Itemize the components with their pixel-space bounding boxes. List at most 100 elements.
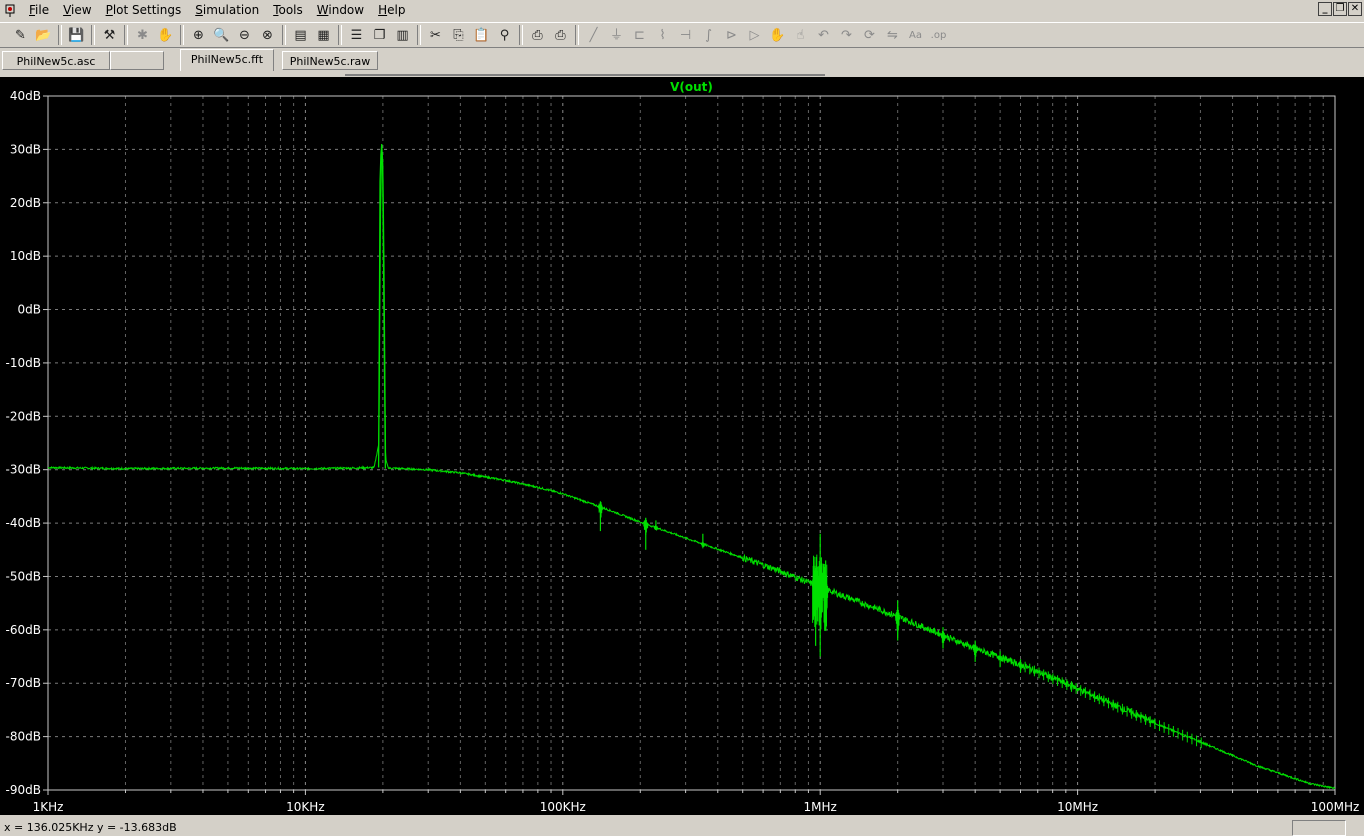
- tab-philnew5c-asc[interactable]: PhilNew5c.asc: [2, 51, 110, 70]
- toolbar-separator: [575, 25, 579, 45]
- menu-help[interactable]: Help: [371, 0, 412, 21]
- y-tick-label: -90dB: [6, 783, 41, 797]
- wire-button[interactable]: ╱: [583, 25, 604, 45]
- tab-empty[interactable]: [110, 51, 164, 70]
- y-tick-label: -20dB: [6, 409, 41, 423]
- label-button[interactable]: ⊏: [629, 25, 650, 45]
- redo-button[interactable]: ↷: [836, 25, 857, 45]
- zoom-out-icon: ⊖: [239, 27, 250, 43]
- y-tick-label: -30dB: [6, 463, 41, 477]
- autorange-2-button[interactable]: ▦: [313, 25, 334, 45]
- pan-button[interactable]: ✋: [155, 25, 176, 45]
- y-tick-label: -60dB: [6, 623, 41, 637]
- copy-icon: ⎘: [453, 27, 464, 43]
- new-schematic-button[interactable]: ✎: [10, 25, 31, 45]
- mirror-icon: ⇋: [887, 27, 898, 43]
- open-button[interactable]: 📂: [33, 25, 54, 45]
- toolbar-separator: [58, 25, 62, 45]
- spice-directive-icon: .op: [930, 29, 947, 41]
- move-button[interactable]: ✋: [767, 25, 788, 45]
- print-button[interactable]: ⎙: [550, 25, 571, 45]
- tab-philnew5c-fft[interactable]: PhilNew5c.fft: [180, 49, 274, 71]
- fft-chart[interactable]: V(out) 40dB 30dB 20dB 10dB 0dB -10dB -20dB -30dB…: [0, 77, 1364, 815]
- zoom-area-button[interactable]: 🔍: [211, 25, 232, 45]
- app-logo-icon: [5, 4, 15, 17]
- run-button[interactable]: ✱: [132, 25, 153, 45]
- toolbar-separator: [417, 25, 421, 45]
- tile-vertical-button[interactable]: ▥: [392, 25, 413, 45]
- control-panel-icon: ⚒: [103, 27, 116, 43]
- undo-button[interactable]: ↶: [813, 25, 834, 45]
- autorange-button[interactable]: ▤: [290, 25, 311, 45]
- drag-icon: ☝: [796, 27, 805, 43]
- cut-button[interactable]: ✂: [425, 25, 446, 45]
- open-icon: 📂: [35, 27, 52, 43]
- menu-view[interactable]: View: [56, 0, 98, 21]
- tab-philnew5c-raw[interactable]: PhilNew5c.raw: [282, 51, 378, 70]
- resistor-button[interactable]: ⌇: [652, 25, 673, 45]
- menu-window[interactable]: Window: [310, 0, 371, 21]
- copy-button[interactable]: ⎘: [448, 25, 469, 45]
- rotate-button[interactable]: ⟳: [859, 25, 880, 45]
- capacitor-button[interactable]: ⊣: [675, 25, 696, 45]
- control-panel-button[interactable]: ⚒: [99, 25, 120, 45]
- menu-tools[interactable]: Tools: [266, 0, 310, 21]
- zoom-area-icon: 🔍: [213, 27, 230, 43]
- inductor-button[interactable]: ∫: [698, 25, 719, 45]
- y-tick-label: 20dB: [10, 196, 41, 210]
- cursor-readout: x = 136.025KHz y = -13.683dB: [4, 821, 177, 834]
- component-button[interactable]: ▷: [744, 25, 765, 45]
- window-controls: _ ❐ ✕: [1318, 2, 1362, 16]
- app-icon[interactable]: [4, 4, 18, 18]
- toolbar-separator: [519, 25, 523, 45]
- tile-vertical-icon: ▥: [396, 27, 409, 43]
- drag-button[interactable]: ☝: [790, 25, 811, 45]
- zoom-fit-button[interactable]: ⊗: [257, 25, 278, 45]
- y-tick-label: -80dB: [6, 730, 41, 744]
- y-tick-label: -40dB: [6, 516, 41, 530]
- zoom-fit-icon: ⊗: [262, 27, 273, 43]
- zoom-in-button[interactable]: ⊕: [188, 25, 209, 45]
- menu-plot-settings[interactable]: Plot Settings: [99, 0, 189, 21]
- tab-bar: PhilNew5c.asc PhilNew5c.fft PhilNew5c.ra…: [0, 49, 1364, 72]
- y-tick-label: 40dB: [10, 89, 41, 103]
- trace-title: V(out): [670, 80, 713, 94]
- spice-directive-button[interactable]: .op: [928, 25, 949, 45]
- run-icon: ✱: [137, 27, 148, 43]
- cascade-icon: ❐: [373, 27, 386, 43]
- cascade-button[interactable]: ❐: [369, 25, 390, 45]
- zoom-out-button[interactable]: ⊖: [234, 25, 255, 45]
- find-button[interactable]: ⚲: [494, 25, 515, 45]
- trace-peak: [377, 143, 387, 469]
- minimize-button[interactable]: _: [1318, 2, 1332, 16]
- autorange-icon: ▤: [294, 27, 307, 43]
- undo-icon: ↶: [818, 27, 829, 43]
- resistor-icon: ⌇: [659, 27, 666, 43]
- menu-file[interactable]: File: [22, 0, 56, 21]
- y-tick-label: 0dB: [18, 303, 41, 317]
- text-button[interactable]: Aa: [905, 25, 926, 45]
- diode-button[interactable]: ⊳: [721, 25, 742, 45]
- mirror-button[interactable]: ⇋: [882, 25, 903, 45]
- print-setup-icon: ⎙: [532, 27, 543, 43]
- save-button[interactable]: 💾: [66, 25, 87, 45]
- y-tick-label: -70dB: [6, 676, 41, 690]
- restore-button[interactable]: ❐: [1333, 2, 1347, 16]
- y-tick-label: -50dB: [6, 569, 41, 583]
- x-tick-label: 1KHz: [33, 800, 64, 814]
- pan-icon: ✋: [157, 27, 174, 43]
- ground-button[interactable]: ⏚: [606, 25, 627, 45]
- new-schematic-icon: ✎: [15, 27, 26, 43]
- close-button[interactable]: ✕: [1348, 2, 1362, 16]
- toolbar-separator: [124, 25, 128, 45]
- x-tick-label: 1MHz: [804, 800, 837, 814]
- y-tick-label: 10dB: [10, 249, 41, 263]
- menu-simulation[interactable]: Simulation: [188, 0, 266, 21]
- print-setup-button[interactable]: ⎙: [527, 25, 548, 45]
- menu-bar: File View Plot Settings Simulation Tools Wind…: [0, 0, 1364, 21]
- paste-button[interactable]: 📋: [471, 25, 492, 45]
- waveform-plot[interactable]: V(out) 40dB 30dB 20dB 10dB 0dB -10dB -20dB -30dB…: [0, 77, 1364, 815]
- toolbar-separator: [180, 25, 184, 45]
- ground-icon: ⏚: [609, 27, 623, 43]
- tile-horizontal-button[interactable]: ☰: [346, 25, 367, 45]
